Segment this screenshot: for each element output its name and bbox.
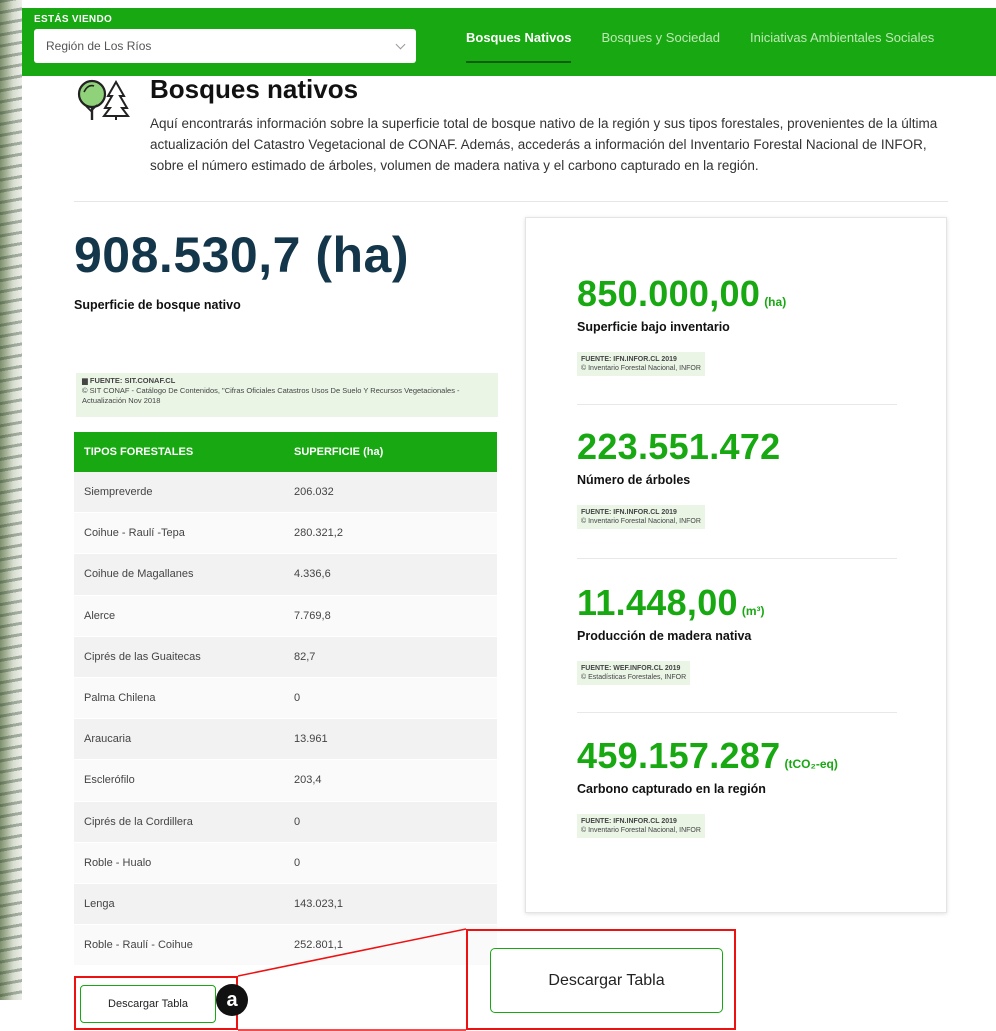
- stat-source-detail: © Inventario Forestal Nacional, INFOR: [581, 827, 701, 834]
- table-row: Roble - Raulí - Coihue 252.801,1: [74, 925, 497, 967]
- table-cell-surface: 4.336,6: [294, 568, 331, 581]
- nav-bosques-sociedad[interactable]: Bosques y Sociedad: [601, 30, 720, 70]
- table-cell-surface: 280.321,2: [294, 527, 343, 540]
- table-cell-type: Araucaria: [84, 733, 132, 746]
- table-header: TIPOS FORESTALES SUPERFICIE (ha): [74, 432, 497, 472]
- table-cell-type: Coihue - Raulí -Tepa: [84, 527, 185, 540]
- stat-source-detail: © Estadísticas Forestales, INFOR: [581, 674, 687, 681]
- table-cell-surface: 206.032: [294, 486, 334, 499]
- stat-inventory-surface: 850.000,00 (ha) Superficie bajo inventari…: [577, 273, 897, 376]
- stat-unit: (tCO₂-eq): [784, 757, 838, 771]
- section-intro: Aquí encontrarás información sobre la su…: [150, 116, 938, 173]
- stat-value: 459.157.287: [577, 735, 781, 776]
- stat-tree-count: 223.551.472 Número de árboles FUENTE: IF…: [577, 426, 897, 529]
- stat-label: Producción de madera nativa: [577, 629, 752, 643]
- page-title: Bosques nativos: [150, 74, 359, 104]
- table-cell-type: Alerce: [84, 609, 116, 622]
- table-cell-surface: 82,7: [294, 650, 316, 663]
- stat-value: 850.000,00: [577, 273, 761, 314]
- forest-types-table: TIPOS FORESTALES SUPERFICIE (ha) Siempre…: [74, 432, 497, 967]
- table-row: Palma Chilena 0: [74, 677, 497, 720]
- stat-label: Superficie bajo inventario: [577, 320, 730, 334]
- stat-source: FUENTE: IFN.INFOR.CL 2019 © Inventario Fo…: [577, 352, 705, 376]
- stat-native-wood: 11.448,00 (m³) Producción de madera nativ…: [577, 582, 897, 685]
- stat-unit: (m³): [741, 604, 765, 618]
- region-select-value: Región de Los Ríos: [46, 39, 152, 53]
- top-header: ESTÁS VIENDO Región de Los Ríos Bosques …: [22, 8, 996, 76]
- table-cell-surface: 0: [294, 856, 301, 869]
- side-forest-photo: [0, 0, 22, 1000]
- table-row: Ciprés de las Guaitecas 82,7: [74, 636, 497, 678]
- native-forest-surface-value: 908.530,7 (ha): [74, 227, 409, 283]
- stat-source-title: FUENTE: IFN.INFOR.CL 2019: [581, 818, 677, 825]
- header-forest-types: TIPOS FORESTALES: [84, 446, 194, 458]
- native-forest-surface-label: Superficie de bosque nativo: [74, 298, 241, 312]
- stat-source: FUENTE: IFN.INFOR.CL 2019 © Inventario Fo…: [577, 505, 705, 529]
- table-row: Siempreverde 206.032: [74, 472, 497, 514]
- table-row: Alerce 7.769,8: [74, 595, 497, 637]
- table-cell-surface: 143.023,1: [294, 897, 343, 910]
- table-cell-type: Esclerófilo: [84, 774, 135, 787]
- stat-divider: [577, 558, 897, 559]
- stat-value: 11.448,00: [577, 582, 738, 623]
- stat-unit: (ha): [764, 295, 787, 309]
- table-row: Coihue de Magallanes 4.336,6: [74, 554, 497, 596]
- surface-source: ▆ FUENTE: SIT.CONAF.CL © SIT CONAF - Cat…: [76, 373, 498, 417]
- section-divider: [74, 201, 948, 202]
- table-row: Coihue - Raulí -Tepa 280.321,2: [74, 513, 497, 555]
- forest-trees-icon: [77, 79, 130, 120]
- nav-iniciativas-ambientales[interactable]: Iniciativas Ambientales Sociales: [750, 30, 934, 70]
- stat-carbon: 459.157.287 (tCO₂-eq) Carbono capturado e…: [577, 735, 897, 838]
- table-cell-type: Siempreverde: [84, 486, 153, 499]
- table-cell-type: Ciprés de las Guaitecas: [84, 650, 201, 663]
- table-cell-type: Palma Chilena: [84, 692, 156, 705]
- inventory-stats-card: 850.000,00 (ha) Superficie bajo inventari…: [525, 217, 947, 913]
- download-table-button-zoomed[interactable]: Descargar Tabla: [490, 948, 723, 1013]
- stat-source: FUENTE: IFN.INFOR.CL 2019 © Inventario Fo…: [577, 814, 705, 838]
- stat-source-title: FUENTE: WEF.INFOR.CL 2019: [581, 665, 681, 672]
- region-select[interactable]: Región de Los Ríos: [34, 29, 416, 63]
- table-row: Roble - Hualo 0: [74, 842, 497, 884]
- surface-source-title: FUENTE: SIT.CONAF.CL: [89, 376, 176, 385]
- stat-label: Número de árboles: [577, 473, 691, 487]
- stat-source: FUENTE: WEF.INFOR.CL 2019 © Estadísticas …: [577, 661, 691, 685]
- table-cell-surface: 252.801,1: [294, 939, 343, 952]
- table-row: Ciprés de la Cordillera 0: [74, 801, 497, 843]
- download-table-button[interactable]: Descargar Tabla: [80, 985, 216, 1023]
- table-cell-type: Coihue de Magallanes: [84, 568, 194, 581]
- nav-bosques-nativos[interactable]: Bosques Nativos: [466, 30, 572, 70]
- main-nav: Bosques Nativos Bosques y Sociedad Inici…: [466, 30, 964, 70]
- stat-source-detail: © Inventario Forestal Nacional, INFOR: [581, 518, 701, 525]
- chevron-down-icon: [395, 39, 406, 49]
- table-row: Araucaria 13.961: [74, 719, 497, 761]
- table-row: Esclerófilo 203,4: [74, 760, 497, 802]
- table-cell-surface: 0: [294, 692, 301, 705]
- table-cell-type: Lenga: [84, 897, 115, 910]
- stat-label: Carbono capturado en la región: [577, 782, 766, 796]
- stat-value: 223.551.472: [577, 426, 781, 467]
- table-cell-surface: 0: [294, 815, 301, 828]
- stat-divider: [577, 712, 897, 713]
- table-cell-surface: 13.961: [294, 733, 328, 746]
- table-cell-type: Ciprés de la Cordillera: [84, 815, 193, 828]
- surface-source-detail: © SIT CONAF - Catálogo De Contenidos, "C…: [82, 386, 460, 405]
- file-icon: ▆: [82, 376, 88, 385]
- table-cell-type: Roble - Raulí - Coihue: [84, 939, 193, 952]
- viewing-label: ESTÁS VIENDO: [34, 14, 113, 25]
- table-cell-surface: 203,4: [294, 774, 322, 787]
- table-row: Lenga 143.023,1: [74, 883, 497, 926]
- stat-source-title: FUENTE: IFN.INFOR.CL 2019: [581, 509, 677, 516]
- header-surface: SUPERFICIE (ha): [294, 446, 384, 458]
- table-cell-type: Roble - Hualo: [84, 856, 152, 869]
- table-body: Siempreverde 206.032 Coihue - Raulí -Tepa…: [74, 472, 497, 967]
- stat-source-title: FUENTE: IFN.INFOR.CL 2019: [581, 356, 677, 363]
- stat-divider: [577, 404, 897, 405]
- annotation-badge: a: [216, 984, 248, 1016]
- table-cell-surface: 7.769,8: [294, 609, 331, 622]
- stat-source-detail: © Inventario Forestal Nacional, INFOR: [581, 365, 701, 372]
